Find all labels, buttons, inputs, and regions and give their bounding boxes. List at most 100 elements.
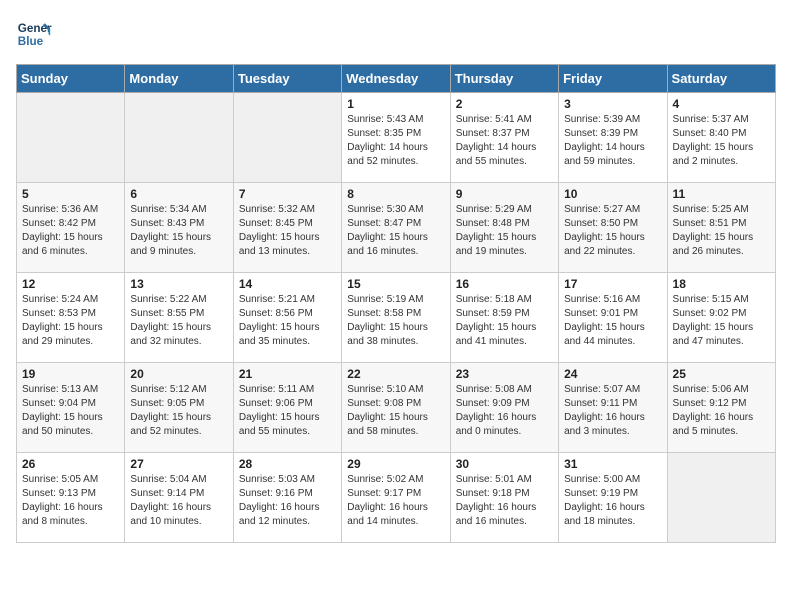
day-number: 2: [456, 97, 553, 111]
calendar-cell: [667, 453, 775, 543]
day-number: 30: [456, 457, 553, 471]
calendar-cell: 26 Sunrise: 5:05 AMSunset: 9:13 PMDaylig…: [17, 453, 125, 543]
calendar-cell: 13 Sunrise: 5:22 AMSunset: 8:55 PMDaylig…: [125, 273, 233, 363]
calendar-cell: 15 Sunrise: 5:19 AMSunset: 8:58 PMDaylig…: [342, 273, 450, 363]
calendar-cell: 24 Sunrise: 5:07 AMSunset: 9:11 PMDaylig…: [559, 363, 667, 453]
day-info: Sunrise: 5:39 AMSunset: 8:39 PMDaylight:…: [564, 113, 661, 169]
day-info: Sunrise: 5:19 AMSunset: 8:58 PMDaylight:…: [347, 293, 444, 349]
calendar-cell: 12 Sunrise: 5:24 AMSunset: 8:53 PMDaylig…: [17, 273, 125, 363]
calendar-cell: 30 Sunrise: 5:01 AMSunset: 9:18 PMDaylig…: [450, 453, 558, 543]
day-number: 1: [347, 97, 444, 111]
calendar-cell: 1 Sunrise: 5:43 AMSunset: 8:35 PMDayligh…: [342, 93, 450, 183]
day-number: 20: [130, 367, 227, 381]
day-number: 16: [456, 277, 553, 291]
calendar-week-row: 5 Sunrise: 5:36 AMSunset: 8:42 PMDayligh…: [17, 183, 776, 273]
day-info: Sunrise: 5:30 AMSunset: 8:47 PMDaylight:…: [347, 203, 444, 259]
calendar-cell: 2 Sunrise: 5:41 AMSunset: 8:37 PMDayligh…: [450, 93, 558, 183]
day-info: Sunrise: 5:32 AMSunset: 8:45 PMDaylight:…: [239, 203, 336, 259]
calendar-cell: 4 Sunrise: 5:37 AMSunset: 8:40 PMDayligh…: [667, 93, 775, 183]
day-number: 15: [347, 277, 444, 291]
weekday-header: Friday: [559, 65, 667, 93]
day-info: Sunrise: 5:12 AMSunset: 9:05 PMDaylight:…: [130, 383, 227, 439]
header-row: SundayMondayTuesdayWednesdayThursdayFrid…: [17, 65, 776, 93]
calendar-cell: 19 Sunrise: 5:13 AMSunset: 9:04 PMDaylig…: [17, 363, 125, 453]
day-number: 19: [22, 367, 119, 381]
day-number: 8: [347, 187, 444, 201]
day-info: Sunrise: 5:37 AMSunset: 8:40 PMDaylight:…: [673, 113, 770, 169]
day-info: Sunrise: 5:08 AMSunset: 9:09 PMDaylight:…: [456, 383, 553, 439]
calendar-cell: 18 Sunrise: 5:15 AMSunset: 9:02 PMDaylig…: [667, 273, 775, 363]
calendar-week-row: 1 Sunrise: 5:43 AMSunset: 8:35 PMDayligh…: [17, 93, 776, 183]
logo-icon: General Blue: [16, 16, 52, 52]
logo: General Blue: [16, 16, 52, 52]
calendar-cell: [233, 93, 341, 183]
calendar-cell: 27 Sunrise: 5:04 AMSunset: 9:14 PMDaylig…: [125, 453, 233, 543]
day-info: Sunrise: 5:05 AMSunset: 9:13 PMDaylight:…: [22, 473, 119, 529]
calendar-cell: 25 Sunrise: 5:06 AMSunset: 9:12 PMDaylig…: [667, 363, 775, 453]
day-number: 6: [130, 187, 227, 201]
day-info: Sunrise: 5:43 AMSunset: 8:35 PMDaylight:…: [347, 113, 444, 169]
day-number: 18: [673, 277, 770, 291]
day-number: 22: [347, 367, 444, 381]
calendar-cell: 9 Sunrise: 5:29 AMSunset: 8:48 PMDayligh…: [450, 183, 558, 273]
day-number: 28: [239, 457, 336, 471]
day-number: 24: [564, 367, 661, 381]
day-info: Sunrise: 5:01 AMSunset: 9:18 PMDaylight:…: [456, 473, 553, 529]
day-info: Sunrise: 5:22 AMSunset: 8:55 PMDaylight:…: [130, 293, 227, 349]
day-info: Sunrise: 5:03 AMSunset: 9:16 PMDaylight:…: [239, 473, 336, 529]
day-number: 7: [239, 187, 336, 201]
calendar-cell: 21 Sunrise: 5:11 AMSunset: 9:06 PMDaylig…: [233, 363, 341, 453]
day-number: 17: [564, 277, 661, 291]
day-number: 12: [22, 277, 119, 291]
day-number: 29: [347, 457, 444, 471]
calendar-cell: 23 Sunrise: 5:08 AMSunset: 9:09 PMDaylig…: [450, 363, 558, 453]
day-info: Sunrise: 5:24 AMSunset: 8:53 PMDaylight:…: [22, 293, 119, 349]
day-number: 31: [564, 457, 661, 471]
calendar-cell: 14 Sunrise: 5:21 AMSunset: 8:56 PMDaylig…: [233, 273, 341, 363]
day-info: Sunrise: 5:11 AMSunset: 9:06 PMDaylight:…: [239, 383, 336, 439]
day-info: Sunrise: 5:13 AMSunset: 9:04 PMDaylight:…: [22, 383, 119, 439]
weekday-header: Wednesday: [342, 65, 450, 93]
day-info: Sunrise: 5:10 AMSunset: 9:08 PMDaylight:…: [347, 383, 444, 439]
calendar-cell: 16 Sunrise: 5:18 AMSunset: 8:59 PMDaylig…: [450, 273, 558, 363]
calendar-cell: 8 Sunrise: 5:30 AMSunset: 8:47 PMDayligh…: [342, 183, 450, 273]
day-number: 21: [239, 367, 336, 381]
day-number: 26: [22, 457, 119, 471]
day-info: Sunrise: 5:27 AMSunset: 8:50 PMDaylight:…: [564, 203, 661, 259]
page-header: General Blue: [16, 16, 776, 52]
calendar-cell: 17 Sunrise: 5:16 AMSunset: 9:01 PMDaylig…: [559, 273, 667, 363]
day-info: Sunrise: 5:29 AMSunset: 8:48 PMDaylight:…: [456, 203, 553, 259]
day-info: Sunrise: 5:34 AMSunset: 8:43 PMDaylight:…: [130, 203, 227, 259]
calendar-cell: 10 Sunrise: 5:27 AMSunset: 8:50 PMDaylig…: [559, 183, 667, 273]
day-info: Sunrise: 5:15 AMSunset: 9:02 PMDaylight:…: [673, 293, 770, 349]
weekday-header: Tuesday: [233, 65, 341, 93]
calendar-cell: [17, 93, 125, 183]
weekday-header: Thursday: [450, 65, 558, 93]
day-info: Sunrise: 5:06 AMSunset: 9:12 PMDaylight:…: [673, 383, 770, 439]
calendar-cell: 20 Sunrise: 5:12 AMSunset: 9:05 PMDaylig…: [125, 363, 233, 453]
day-info: Sunrise: 5:21 AMSunset: 8:56 PMDaylight:…: [239, 293, 336, 349]
day-number: 13: [130, 277, 227, 291]
calendar-cell: 5 Sunrise: 5:36 AMSunset: 8:42 PMDayligh…: [17, 183, 125, 273]
day-number: 25: [673, 367, 770, 381]
day-number: 27: [130, 457, 227, 471]
day-info: Sunrise: 5:16 AMSunset: 9:01 PMDaylight:…: [564, 293, 661, 349]
day-info: Sunrise: 5:18 AMSunset: 8:59 PMDaylight:…: [456, 293, 553, 349]
calendar-cell: 6 Sunrise: 5:34 AMSunset: 8:43 PMDayligh…: [125, 183, 233, 273]
calendar-week-row: 26 Sunrise: 5:05 AMSunset: 9:13 PMDaylig…: [17, 453, 776, 543]
day-info: Sunrise: 5:02 AMSunset: 9:17 PMDaylight:…: [347, 473, 444, 529]
day-number: 11: [673, 187, 770, 201]
calendar-cell: 29 Sunrise: 5:02 AMSunset: 9:17 PMDaylig…: [342, 453, 450, 543]
calendar-cell: 3 Sunrise: 5:39 AMSunset: 8:39 PMDayligh…: [559, 93, 667, 183]
day-info: Sunrise: 5:00 AMSunset: 9:19 PMDaylight:…: [564, 473, 661, 529]
day-number: 5: [22, 187, 119, 201]
calendar-week-row: 12 Sunrise: 5:24 AMSunset: 8:53 PMDaylig…: [17, 273, 776, 363]
day-number: 10: [564, 187, 661, 201]
calendar-cell: 28 Sunrise: 5:03 AMSunset: 9:16 PMDaylig…: [233, 453, 341, 543]
svg-text:Blue: Blue: [18, 35, 44, 48]
day-info: Sunrise: 5:07 AMSunset: 9:11 PMDaylight:…: [564, 383, 661, 439]
weekday-header: Sunday: [17, 65, 125, 93]
day-number: 3: [564, 97, 661, 111]
weekday-header: Monday: [125, 65, 233, 93]
calendar-cell: [125, 93, 233, 183]
